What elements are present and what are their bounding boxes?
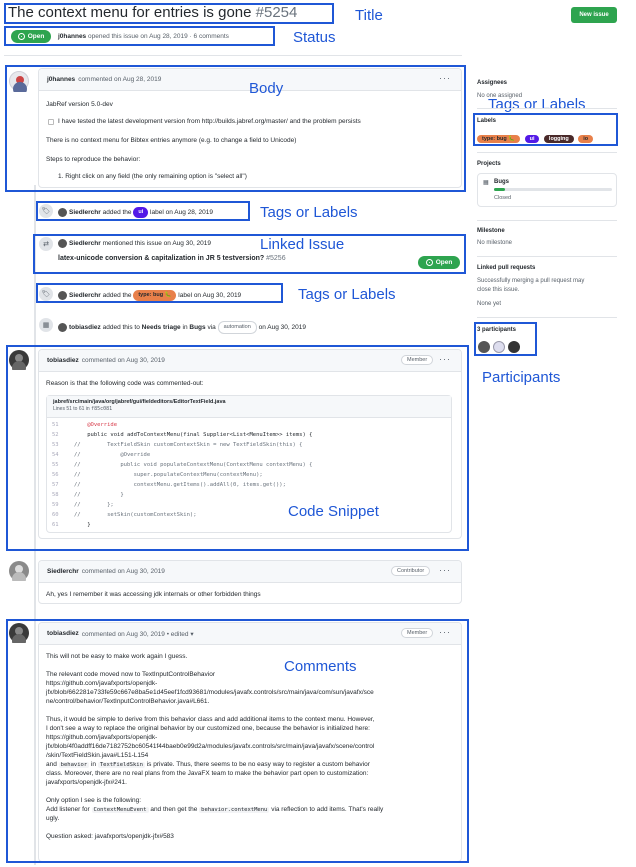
- project-column[interactable]: Needs triage: [142, 324, 181, 331]
- sidebar-divider: [477, 108, 617, 109]
- comment-text: Ah, yes I remember it was accessing jdk …: [46, 591, 261, 598]
- annotation-box-comments: [6, 619, 469, 863]
- sidebar-heading: Milestone: [477, 228, 505, 234]
- annotation-box-tags-3: [36, 283, 283, 303]
- sidebar-linked-text: close this issue.: [477, 287, 520, 293]
- sidebar-divider: [477, 220, 617, 221]
- project-state: Closed: [494, 195, 512, 201]
- annotation-label-linked: Linked Issue: [260, 236, 345, 253]
- annotation-box-participants: [474, 322, 537, 356]
- annotation-label-code: Code Snippet: [288, 503, 379, 520]
- project-icon: ▦: [39, 318, 53, 332]
- header-divider: [4, 55, 462, 56]
- sidebar-assignees-title[interactable]: Assignees: [477, 80, 507, 86]
- annotation-box-status: [4, 26, 275, 46]
- sidebar-heading: Linked pull requests: [477, 265, 536, 271]
- new-issue-button[interactable]: New issue: [571, 7, 617, 23]
- sidebar-milestone-value: No milestone: [477, 240, 513, 246]
- comment-author[interactable]: Siedlerchr: [47, 568, 79, 575]
- annotation-box-title: [4, 3, 334, 24]
- comment-meta: commented on Aug 30, 2019: [81, 568, 165, 575]
- annotation-label-tags-1: Tags or Labels: [260, 204, 358, 221]
- sidebar-divider: [477, 152, 617, 153]
- annotation-label-tags-3: Tags or Labels: [298, 286, 396, 303]
- annotation-label-status: Status: [293, 29, 336, 46]
- project-progress-fill: [494, 188, 505, 191]
- event-text: in: [182, 324, 188, 332]
- avatar-tobiasdiez[interactable]: [58, 323, 67, 332]
- sidebar-project-card[interactable]: ▦ Bugs Closed: [477, 173, 617, 207]
- annotation-box-tags-1: [36, 201, 250, 221]
- sidebar-divider: [477, 256, 617, 257]
- annotation-label-body: Body: [249, 80, 284, 97]
- avatar-siedlerchr[interactable]: [9, 561, 29, 586]
- annotation-box-linked: [33, 234, 466, 274]
- sidebar-heading: Assignees: [477, 80, 508, 86]
- sidebar-linked-title[interactable]: Linked pull requests: [477, 265, 535, 271]
- event-text: on Aug 30, 2019: [258, 324, 306, 332]
- sidebar-divider: [477, 317, 617, 318]
- project-name[interactable]: Bugs: [494, 179, 509, 185]
- annotation-label-tags-2: Tags or Labels: [488, 96, 586, 113]
- author-badge: Contributor: [391, 566, 431, 576]
- comment-menu-icon[interactable]: ···: [439, 565, 451, 575]
- event-project-added: tobiasdiez added this to Needs triage in…: [58, 321, 306, 334]
- sidebar-milestone-title[interactable]: Milestone: [477, 228, 505, 234]
- annotation-box-tags-2: [473, 113, 618, 146]
- annotation-box-body: [5, 65, 466, 192]
- annotation-box-code: [6, 345, 469, 551]
- event-text: added this to: [102, 324, 140, 332]
- event-text: via: [207, 324, 216, 332]
- sidebar-heading: Projects: [477, 161, 501, 167]
- sidebar-linked-text: Successfully merging a pull request may: [477, 278, 585, 284]
- sidebar-linked-none: None yet: [477, 301, 502, 307]
- event-user[interactable]: tobiasdiez: [69, 324, 101, 331]
- project-progress: [494, 188, 612, 191]
- annotation-label-title: Title: [355, 7, 383, 24]
- project-board-icon: ▦: [483, 180, 489, 186]
- annotation-label-comments: Comments: [284, 658, 357, 675]
- sidebar-projects-title[interactable]: Projects: [477, 161, 501, 167]
- project-name[interactable]: Bugs: [189, 324, 205, 331]
- annotation-label-participants: Participants: [482, 369, 561, 386]
- automation-badge: automation: [217, 321, 257, 334]
